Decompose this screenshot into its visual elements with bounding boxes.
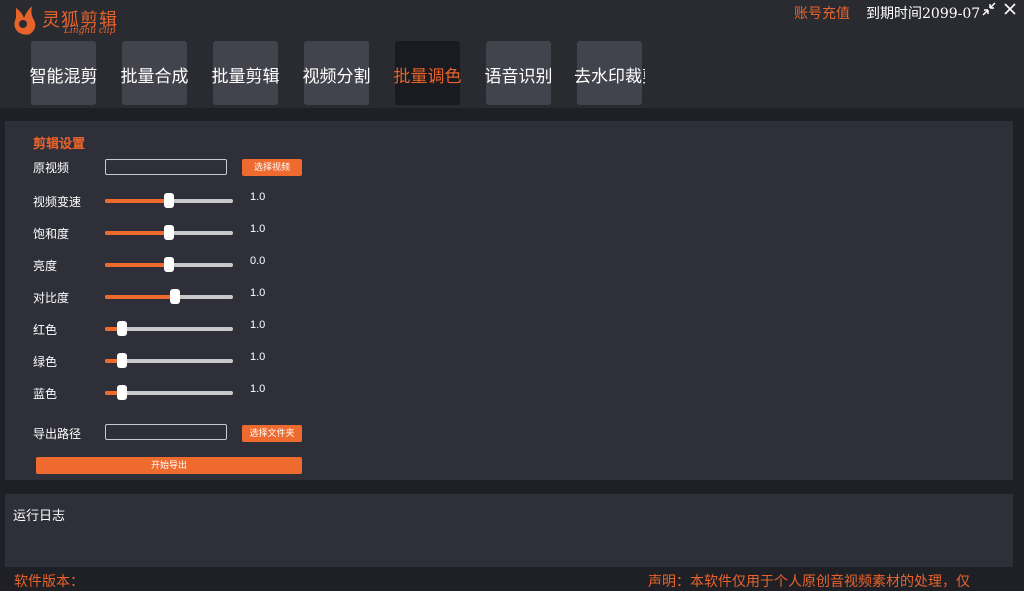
tab-video-split[interactable]: 视频分割 bbox=[302, 41, 371, 105]
green-slider[interactable] bbox=[105, 352, 233, 370]
source-video-label: 原视频 bbox=[33, 161, 70, 175]
source-video-field[interactable] bbox=[105, 159, 227, 175]
minimize-button[interactable] bbox=[980, 2, 998, 20]
tab-label: 批量合成 bbox=[120, 67, 189, 87]
tab-batch-compose[interactable]: 批量合成 bbox=[120, 41, 189, 105]
slider-thumb[interactable] bbox=[164, 193, 174, 208]
slider-thumb[interactable] bbox=[117, 385, 127, 400]
app-logo: 灵狐剪辑 Linghu clip bbox=[12, 4, 122, 38]
speed-slider[interactable] bbox=[105, 192, 233, 210]
section-title: 剪辑设置 bbox=[33, 136, 86, 151]
logo-subtitle: Linghu clip bbox=[64, 26, 116, 36]
choose-video-button[interactable]: 选择视频 bbox=[242, 159, 302, 176]
slider-thumb[interactable] bbox=[164, 225, 174, 240]
version-label: 软件版本： bbox=[14, 574, 84, 590]
tab-label: 视频分割 bbox=[302, 67, 371, 87]
slider-thumb[interactable] bbox=[117, 353, 127, 368]
title-bar: 灵狐剪辑 Linghu clip 账号充值 到期时间2099-07-0 智能混剪… bbox=[0, 0, 1024, 108]
slider-thumb[interactable] bbox=[170, 289, 180, 304]
close-button[interactable] bbox=[1001, 2, 1019, 20]
tab-batch-edit[interactable]: 批量剪辑 bbox=[211, 41, 280, 105]
log-panel: 运行日志 bbox=[5, 494, 1013, 567]
disclaimer-text: 声明：本软件仅用于个人原创音视频素材的处理，仅 bbox=[648, 574, 970, 590]
export-path-label: 导出路径 bbox=[33, 427, 82, 441]
tab-watermark-crop[interactable]: 去水印裁剪 bbox=[574, 41, 645, 105]
slider-fill bbox=[105, 199, 169, 203]
tab-label: 批量剪辑 bbox=[211, 67, 280, 87]
tab-batch-color[interactable]: 批量调色 bbox=[393, 41, 462, 105]
slider-thumb[interactable] bbox=[117, 321, 127, 336]
fox-logo-icon bbox=[14, 6, 36, 35]
brightness-label: 亮度 bbox=[33, 259, 58, 273]
brightness-value: 0.0 bbox=[250, 255, 266, 267]
red-slider[interactable] bbox=[105, 320, 233, 338]
blue-value: 1.0 bbox=[250, 383, 266, 395]
contrast-value: 1.0 bbox=[250, 287, 266, 299]
saturation-label: 饱和度 bbox=[33, 227, 70, 241]
log-title: 运行日志 bbox=[13, 508, 66, 523]
tab-label: 批量调色 bbox=[393, 67, 462, 87]
tab-label: 智能混剪 bbox=[29, 67, 98, 87]
speed-label: 视频变速 bbox=[33, 195, 82, 209]
blue-slider[interactable] bbox=[105, 384, 233, 402]
red-value: 1.0 bbox=[250, 319, 266, 331]
tab-smart-mix[interactable]: 智能混剪 bbox=[29, 41, 98, 105]
speed-value: 1.0 bbox=[250, 191, 266, 203]
settings-panel: 剪辑设置 原视频 选择视频 视频变速 1.0 饱和度 1.0 亮度 0.0 对比度 1.0 红色… bbox=[5, 121, 1013, 480]
green-value: 1.0 bbox=[250, 351, 266, 363]
green-label: 绿色 bbox=[33, 355, 58, 369]
expire-date: 到期时间2099-07-0 bbox=[866, 6, 980, 22]
tab-speech-recognition[interactable]: 语音识别 bbox=[484, 41, 553, 105]
choose-folder-button[interactable]: 选择文件夹 bbox=[242, 425, 302, 442]
slider-thumb[interactable] bbox=[164, 257, 174, 272]
slider-fill bbox=[105, 295, 175, 299]
tab-label: 语音识别 bbox=[484, 67, 553, 87]
contrast-slider[interactable] bbox=[105, 288, 233, 306]
blue-label: 蓝色 bbox=[33, 387, 58, 401]
saturation-slider[interactable] bbox=[105, 224, 233, 242]
close-icon bbox=[1004, 3, 1016, 15]
tab-label: 去水印裁剪 bbox=[574, 67, 645, 87]
saturation-value: 1.0 bbox=[250, 223, 266, 235]
slider-fill bbox=[105, 263, 169, 267]
brightness-slider[interactable] bbox=[105, 256, 233, 274]
contrast-label: 对比度 bbox=[33, 291, 70, 305]
start-export-button[interactable]: 开始导出 bbox=[36, 457, 302, 474]
export-path-field[interactable] bbox=[105, 424, 227, 440]
red-label: 红色 bbox=[33, 323, 58, 337]
shrink-arrows-icon bbox=[982, 2, 996, 16]
slider-fill bbox=[105, 231, 169, 235]
recharge-link[interactable]: 账号充值 bbox=[794, 3, 850, 23]
